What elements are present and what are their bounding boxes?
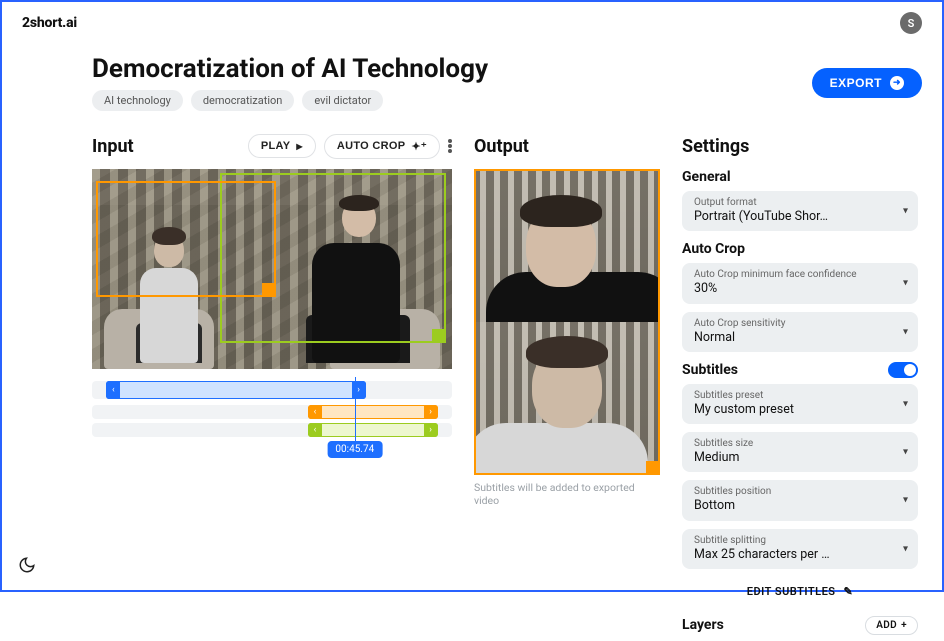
logo: 2short.ai — [22, 15, 77, 31]
more-icon[interactable] — [448, 137, 452, 155]
play-button[interactable]: PLAY ▶ — [248, 134, 316, 158]
settings-title: Settings — [682, 136, 749, 157]
resize-handle[interactable] — [262, 283, 276, 297]
resize-handle[interactable] — [646, 461, 660, 475]
autocrop-label: AUTO CROP — [337, 140, 406, 152]
trim-handle-right[interactable]: › — [424, 423, 438, 437]
timeline-track-orange[interactable]: ‹ › — [92, 405, 452, 419]
input-video-frame[interactable] — [92, 169, 452, 369]
trim-handle-left[interactable]: ‹ — [308, 423, 322, 437]
section-subtitles: Subtitles — [682, 362, 918, 378]
setting-value: Normal — [694, 330, 892, 346]
add-layer-button[interactable]: ADD + — [865, 616, 918, 635]
trim-handle-left[interactable]: ‹ — [308, 405, 322, 419]
setting-autocrop-confidence[interactable]: Auto Crop minimum face confidence 30% ▾ — [682, 263, 918, 303]
output-preview[interactable] — [474, 169, 660, 475]
setting-value: Max 25 characters per … — [694, 547, 892, 563]
plus-icon: + — [901, 620, 907, 631]
input-title: Input — [92, 136, 134, 157]
setting-subtitles-splitting[interactable]: Subtitle splitting Max 25 characters per… — [682, 529, 918, 569]
section-layers: Layers ADD + — [682, 616, 918, 635]
chevron-down-icon: ▾ — [903, 206, 908, 217]
page-title: Democratization of AI Technology — [92, 54, 488, 84]
chevron-down-icon: ▾ — [903, 495, 908, 506]
edit-subtitles-button[interactable]: EDIT SUBTITLES ✎ — [682, 577, 918, 606]
output-note: Subtitles will be added to exported vide… — [474, 481, 660, 507]
setting-value: My custom preset — [694, 402, 892, 418]
setting-label: Subtitle splitting — [694, 535, 892, 547]
current-time: 00:45.74 — [327, 441, 382, 458]
timeline[interactable]: ‹ › ‹ › ‹ › 00:45.74 — [92, 381, 452, 461]
chevron-down-icon: ▾ — [903, 278, 908, 289]
setting-output-format[interactable]: Output format Portrait (YouTube Shor… ▾ — [682, 191, 918, 231]
setting-label: Auto Crop sensitivity — [694, 318, 892, 330]
crop-region-orange[interactable] — [96, 181, 276, 297]
add-label: ADD — [876, 620, 897, 631]
setting-label: Subtitles position — [694, 486, 892, 498]
trim-handle-left[interactable]: ‹ — [106, 381, 120, 399]
chevron-down-icon: ▾ — [903, 447, 908, 458]
play-label: PLAY — [261, 140, 291, 152]
export-label: EXPORT — [830, 76, 882, 90]
wand-icon: ✦⁺ — [411, 140, 427, 153]
chevron-down-icon: ▾ — [903, 326, 908, 337]
setting-value: 30% — [694, 281, 892, 297]
setting-label: Subtitles size — [694, 438, 892, 450]
resize-handle[interactable] — [432, 329, 446, 343]
setting-value: Bottom — [694, 498, 892, 514]
setting-autocrop-sensitivity[interactable]: Auto Crop sensitivity Normal ▾ — [682, 312, 918, 352]
section-autocrop: Auto Crop — [682, 241, 918, 257]
avatar[interactable]: S — [900, 12, 922, 34]
chevron-down-icon: ▾ — [903, 398, 908, 409]
playhead[interactable] — [355, 377, 356, 447]
setting-label: Subtitles preset — [694, 390, 892, 402]
timeline-track-main[interactable]: ‹ › — [92, 381, 452, 399]
timeline-track-green[interactable]: ‹ › — [92, 423, 452, 437]
tag[interactable]: AI technology — [92, 90, 183, 111]
play-icon: ▶ — [296, 142, 302, 151]
subtitles-toggle[interactable] — [888, 362, 918, 378]
theme-toggle-icon[interactable] — [18, 556, 36, 574]
setting-subtitles-size[interactable]: Subtitles size Medium ▾ — [682, 432, 918, 472]
output-title: Output — [474, 136, 529, 157]
arrow-right-icon: ➜ — [890, 76, 904, 90]
edit-subtitles-label: EDIT SUBTITLES — [747, 585, 836, 598]
export-button[interactable]: EXPORT ➜ — [812, 68, 922, 98]
pencil-icon: ✎ — [844, 585, 854, 598]
trim-handle-right[interactable]: › — [424, 405, 438, 419]
setting-label: Output format — [694, 197, 892, 209]
setting-subtitles-position[interactable]: Subtitles position Bottom ▾ — [682, 480, 918, 520]
setting-value: Medium — [694, 450, 892, 466]
tag[interactable]: democratization — [191, 90, 295, 111]
setting-label: Auto Crop minimum face confidence — [694, 269, 892, 281]
section-general: General — [682, 169, 918, 185]
setting-subtitles-preset[interactable]: Subtitles preset My custom preset ▾ — [682, 384, 918, 424]
tag[interactable]: evil dictator — [302, 90, 383, 111]
trim-handle-right[interactable]: › — [352, 381, 366, 399]
autocrop-button[interactable]: AUTO CROP ✦⁺ — [324, 134, 440, 159]
setting-value: Portrait (YouTube Shor… — [694, 209, 892, 225]
chevron-down-icon: ▾ — [903, 543, 908, 554]
